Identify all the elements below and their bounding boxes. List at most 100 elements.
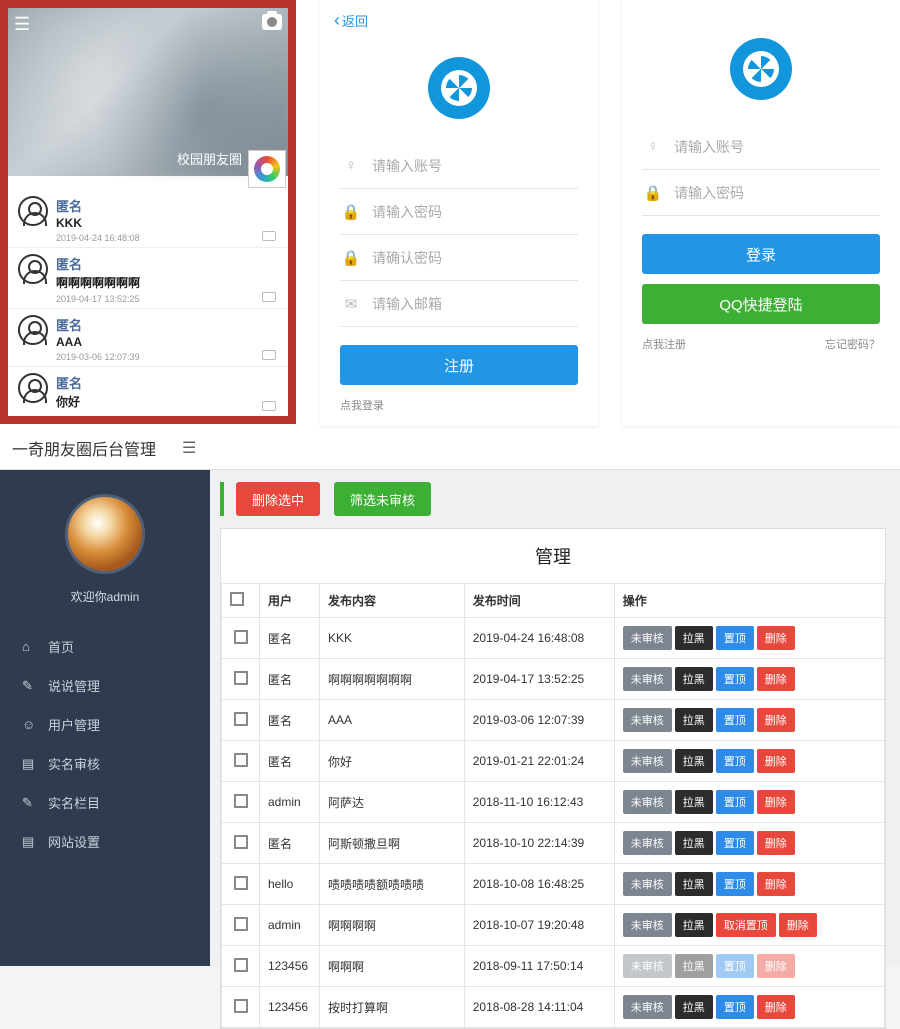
sidebar-item[interactable]: ▤实名审核 bbox=[0, 744, 210, 783]
review-button[interactable]: 未审核 bbox=[623, 995, 672, 1019]
blacklist-button[interactable]: 拉黑 bbox=[675, 872, 713, 896]
password-input[interactable] bbox=[372, 204, 578, 220]
top-button[interactable]: 置顶 bbox=[716, 790, 754, 814]
avatar-icon bbox=[18, 373, 48, 403]
filter-unreviewed-button[interactable]: 筛选未审核 bbox=[334, 482, 431, 516]
menu-icon[interactable]: ☰ bbox=[182, 438, 196, 458]
row-checkbox[interactable] bbox=[234, 917, 248, 931]
feed-msg: 你好 bbox=[56, 393, 278, 410]
comment-icon[interactable] bbox=[262, 401, 276, 411]
row-checkbox[interactable] bbox=[234, 835, 248, 849]
feed-time: 2019-04-24 16:48:08 bbox=[56, 233, 278, 243]
top-button[interactable]: 置顶 bbox=[716, 708, 754, 732]
qq-login-button[interactable]: QQ快捷登陆 bbox=[642, 284, 880, 324]
login-button[interactable]: 登录 bbox=[642, 234, 880, 274]
review-button[interactable]: 未审核 bbox=[623, 831, 672, 855]
delete-button[interactable]: 删除 bbox=[757, 708, 795, 732]
confirm-input[interactable] bbox=[372, 250, 578, 266]
top-button[interactable]: 置顶 bbox=[716, 749, 754, 773]
row-checkbox[interactable] bbox=[234, 876, 248, 890]
feed-time: 2019-04-17 13:52:25 bbox=[56, 294, 278, 304]
sidebar-item[interactable]: ✎ 说说管理 bbox=[0, 666, 210, 705]
delete-button[interactable]: 删除 bbox=[757, 626, 795, 650]
sidebar-item[interactable]: ✎实名栏目 bbox=[0, 783, 210, 822]
feed-item[interactable]: 匿名啊啊啊啊啊啊啊2019-04-17 13:52:25 bbox=[8, 248, 288, 309]
row-checkbox[interactable] bbox=[234, 999, 248, 1013]
comment-icon[interactable] bbox=[262, 231, 276, 241]
register-link[interactable]: 点我注册 bbox=[642, 336, 686, 352]
cell-user: 匿名 bbox=[260, 659, 320, 700]
row-checkbox[interactable] bbox=[234, 753, 248, 767]
top-button[interactable]: 置顶 bbox=[716, 872, 754, 896]
camera-icon[interactable] bbox=[262, 14, 282, 30]
feed-item[interactable]: 匿名AAA2019-03-06 12:07:39 bbox=[8, 309, 288, 367]
menu-icon[interactable]: ☰ bbox=[14, 14, 30, 35]
review-button[interactable]: 未审核 bbox=[623, 708, 672, 732]
account-input[interactable] bbox=[674, 139, 880, 155]
hero-label: 校园朋友圈 bbox=[177, 149, 242, 168]
top-button[interactable]: 取消置顶 bbox=[716, 913, 776, 937]
blacklist-button[interactable]: 拉黑 bbox=[675, 708, 713, 732]
delete-button[interactable]: 删除 bbox=[757, 749, 795, 773]
row-checkbox[interactable] bbox=[234, 712, 248, 726]
email-input[interactable] bbox=[372, 296, 578, 312]
cell-content: 你好 bbox=[320, 741, 465, 782]
delete-button[interactable]: 删除 bbox=[757, 667, 795, 691]
review-button[interactable]: 未审核 bbox=[623, 872, 672, 896]
cell-time: 2018-10-07 19:20:48 bbox=[464, 905, 614, 946]
delete-button[interactable]: 删除 bbox=[757, 831, 795, 855]
menu-item-icon: ✎ bbox=[22, 678, 40, 694]
delete-button[interactable]: 删除 bbox=[757, 995, 795, 1019]
sidebar-item[interactable]: ▤网站设置 bbox=[0, 822, 210, 861]
top-button[interactable]: 置顶 bbox=[716, 626, 754, 650]
blacklist-button[interactable]: 拉黑 bbox=[675, 913, 713, 937]
blacklist-button[interactable]: 拉黑 bbox=[675, 995, 713, 1019]
feed-item[interactable]: 匿名KKK2019-04-24 16:48:08 bbox=[8, 190, 288, 248]
sidebar-item[interactable]: ⌂首页 bbox=[0, 627, 210, 666]
top-button[interactable]: 置顶 bbox=[716, 954, 754, 978]
delete-button[interactable]: 删除 bbox=[757, 790, 795, 814]
row-checkbox[interactable] bbox=[234, 630, 248, 644]
sidebar-item[interactable]: ☺用户管理 bbox=[0, 705, 210, 744]
feed-item[interactable]: 匿名你好 bbox=[8, 367, 288, 418]
back-button[interactable]: 返回 bbox=[320, 0, 598, 41]
blacklist-button[interactable]: 拉黑 bbox=[675, 831, 713, 855]
review-button[interactable]: 未审核 bbox=[623, 749, 672, 773]
top-button[interactable]: 置顶 bbox=[716, 831, 754, 855]
review-button[interactable]: 未审核 bbox=[623, 954, 672, 978]
review-button[interactable]: 未审核 bbox=[623, 790, 672, 814]
row-checkbox[interactable] bbox=[234, 958, 248, 972]
row-checkbox[interactable] bbox=[234, 794, 248, 808]
comment-icon[interactable] bbox=[262, 292, 276, 302]
password-input[interactable] bbox=[674, 185, 880, 201]
top-button[interactable]: 置顶 bbox=[716, 995, 754, 1019]
menu-item-icon: ✎ bbox=[22, 795, 40, 811]
register-button[interactable]: 注册 bbox=[340, 345, 578, 385]
login-link[interactable]: 点我登录 bbox=[340, 397, 384, 413]
welcome-text: 欢迎你admin bbox=[0, 588, 210, 605]
row-checkbox[interactable] bbox=[234, 671, 248, 685]
user-icon: ♀ bbox=[340, 157, 362, 174]
avatar-icon bbox=[18, 315, 48, 345]
blacklist-button[interactable]: 拉黑 bbox=[675, 790, 713, 814]
review-button[interactable]: 未审核 bbox=[623, 626, 672, 650]
select-all-checkbox[interactable] bbox=[230, 592, 244, 606]
delete-button[interactable]: 删除 bbox=[757, 954, 795, 978]
cell-content: 按时打算啊 bbox=[320, 987, 465, 1028]
blacklist-button[interactable]: 拉黑 bbox=[675, 954, 713, 978]
account-input[interactable] bbox=[372, 158, 578, 174]
menu-item-label: 说说管理 bbox=[48, 676, 100, 695]
top-button[interactable]: 置顶 bbox=[716, 667, 754, 691]
admin-header: 一奇朋友圈后台管理 ☰ bbox=[0, 426, 900, 470]
delete-button[interactable]: 删除 bbox=[757, 872, 795, 896]
delete-button[interactable]: 删除 bbox=[779, 913, 817, 937]
forgot-link[interactable]: 忘记密码？ bbox=[825, 336, 880, 352]
comment-icon[interactable] bbox=[262, 350, 276, 360]
review-button[interactable]: 未审核 bbox=[623, 913, 672, 937]
blacklist-button[interactable]: 拉黑 bbox=[675, 626, 713, 650]
blacklist-button[interactable]: 拉黑 bbox=[675, 667, 713, 691]
cell-user: 123456 bbox=[260, 946, 320, 987]
blacklist-button[interactable]: 拉黑 bbox=[675, 749, 713, 773]
delete-selected-button[interactable]: 删除选中 bbox=[236, 482, 320, 516]
review-button[interactable]: 未审核 bbox=[623, 667, 672, 691]
